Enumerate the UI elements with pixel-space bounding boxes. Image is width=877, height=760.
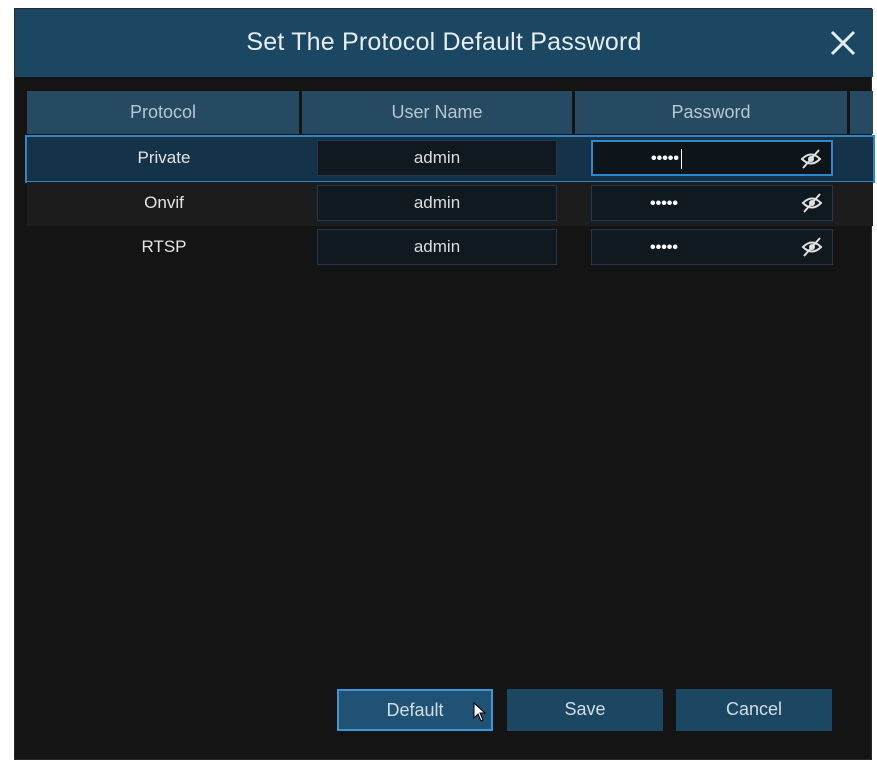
default-button[interactable]: Default — [337, 689, 493, 731]
column-header-protocol: Protocol — [27, 91, 299, 134]
eye-slash-icon[interactable] — [800, 236, 824, 258]
password-mask: ••••• — [650, 239, 679, 256]
table-row-onvif[interactable]: Onvif admin ••••• — [27, 182, 873, 226]
protocol-cell: RTSP — [141, 237, 187, 256]
protocol-password-dialog: Set The Protocol Default Password Protoc… — [14, 8, 875, 760]
password-mask: ••••• — [650, 195, 679, 212]
protocol-cell: Onvif — [144, 193, 184, 212]
user-name-field[interactable]: admin — [317, 185, 557, 221]
column-header-user-name: User Name — [302, 91, 572, 134]
close-icon — [830, 30, 856, 56]
mouse-pointer-icon — [473, 702, 487, 722]
default-button-label: Default — [386, 700, 444, 720]
protocol-cell: Private — [137, 148, 191, 167]
password-field[interactable]: ••••• — [591, 140, 833, 176]
cancel-button[interactable]: Cancel — [676, 689, 832, 731]
close-button[interactable] — [823, 23, 863, 63]
column-header-password: Password — [575, 91, 847, 134]
text-caret — [681, 148, 683, 169]
dialog-titlebar: Set The Protocol Default Password — [15, 9, 873, 77]
user-name-field[interactable]: admin — [317, 140, 557, 176]
dialog-title: Set The Protocol Default Password — [246, 28, 642, 56]
eye-slash-icon[interactable] — [799, 148, 823, 170]
password-field[interactable]: ••••• — [591, 185, 833, 221]
table-row-rtsp[interactable]: RTSP admin ••••• — [27, 226, 873, 270]
password-field[interactable]: ••••• — [591, 229, 833, 265]
eye-slash-icon[interactable] — [800, 192, 824, 214]
save-button[interactable]: Save — [507, 689, 663, 731]
column-header-filler — [850, 91, 873, 134]
table-header: Protocol User Name Password — [27, 91, 873, 134]
password-mask: ••••• — [651, 150, 680, 167]
table-row-private[interactable]: Private admin ••••• — [25, 135, 875, 183]
user-name-field[interactable]: admin — [317, 229, 557, 265]
